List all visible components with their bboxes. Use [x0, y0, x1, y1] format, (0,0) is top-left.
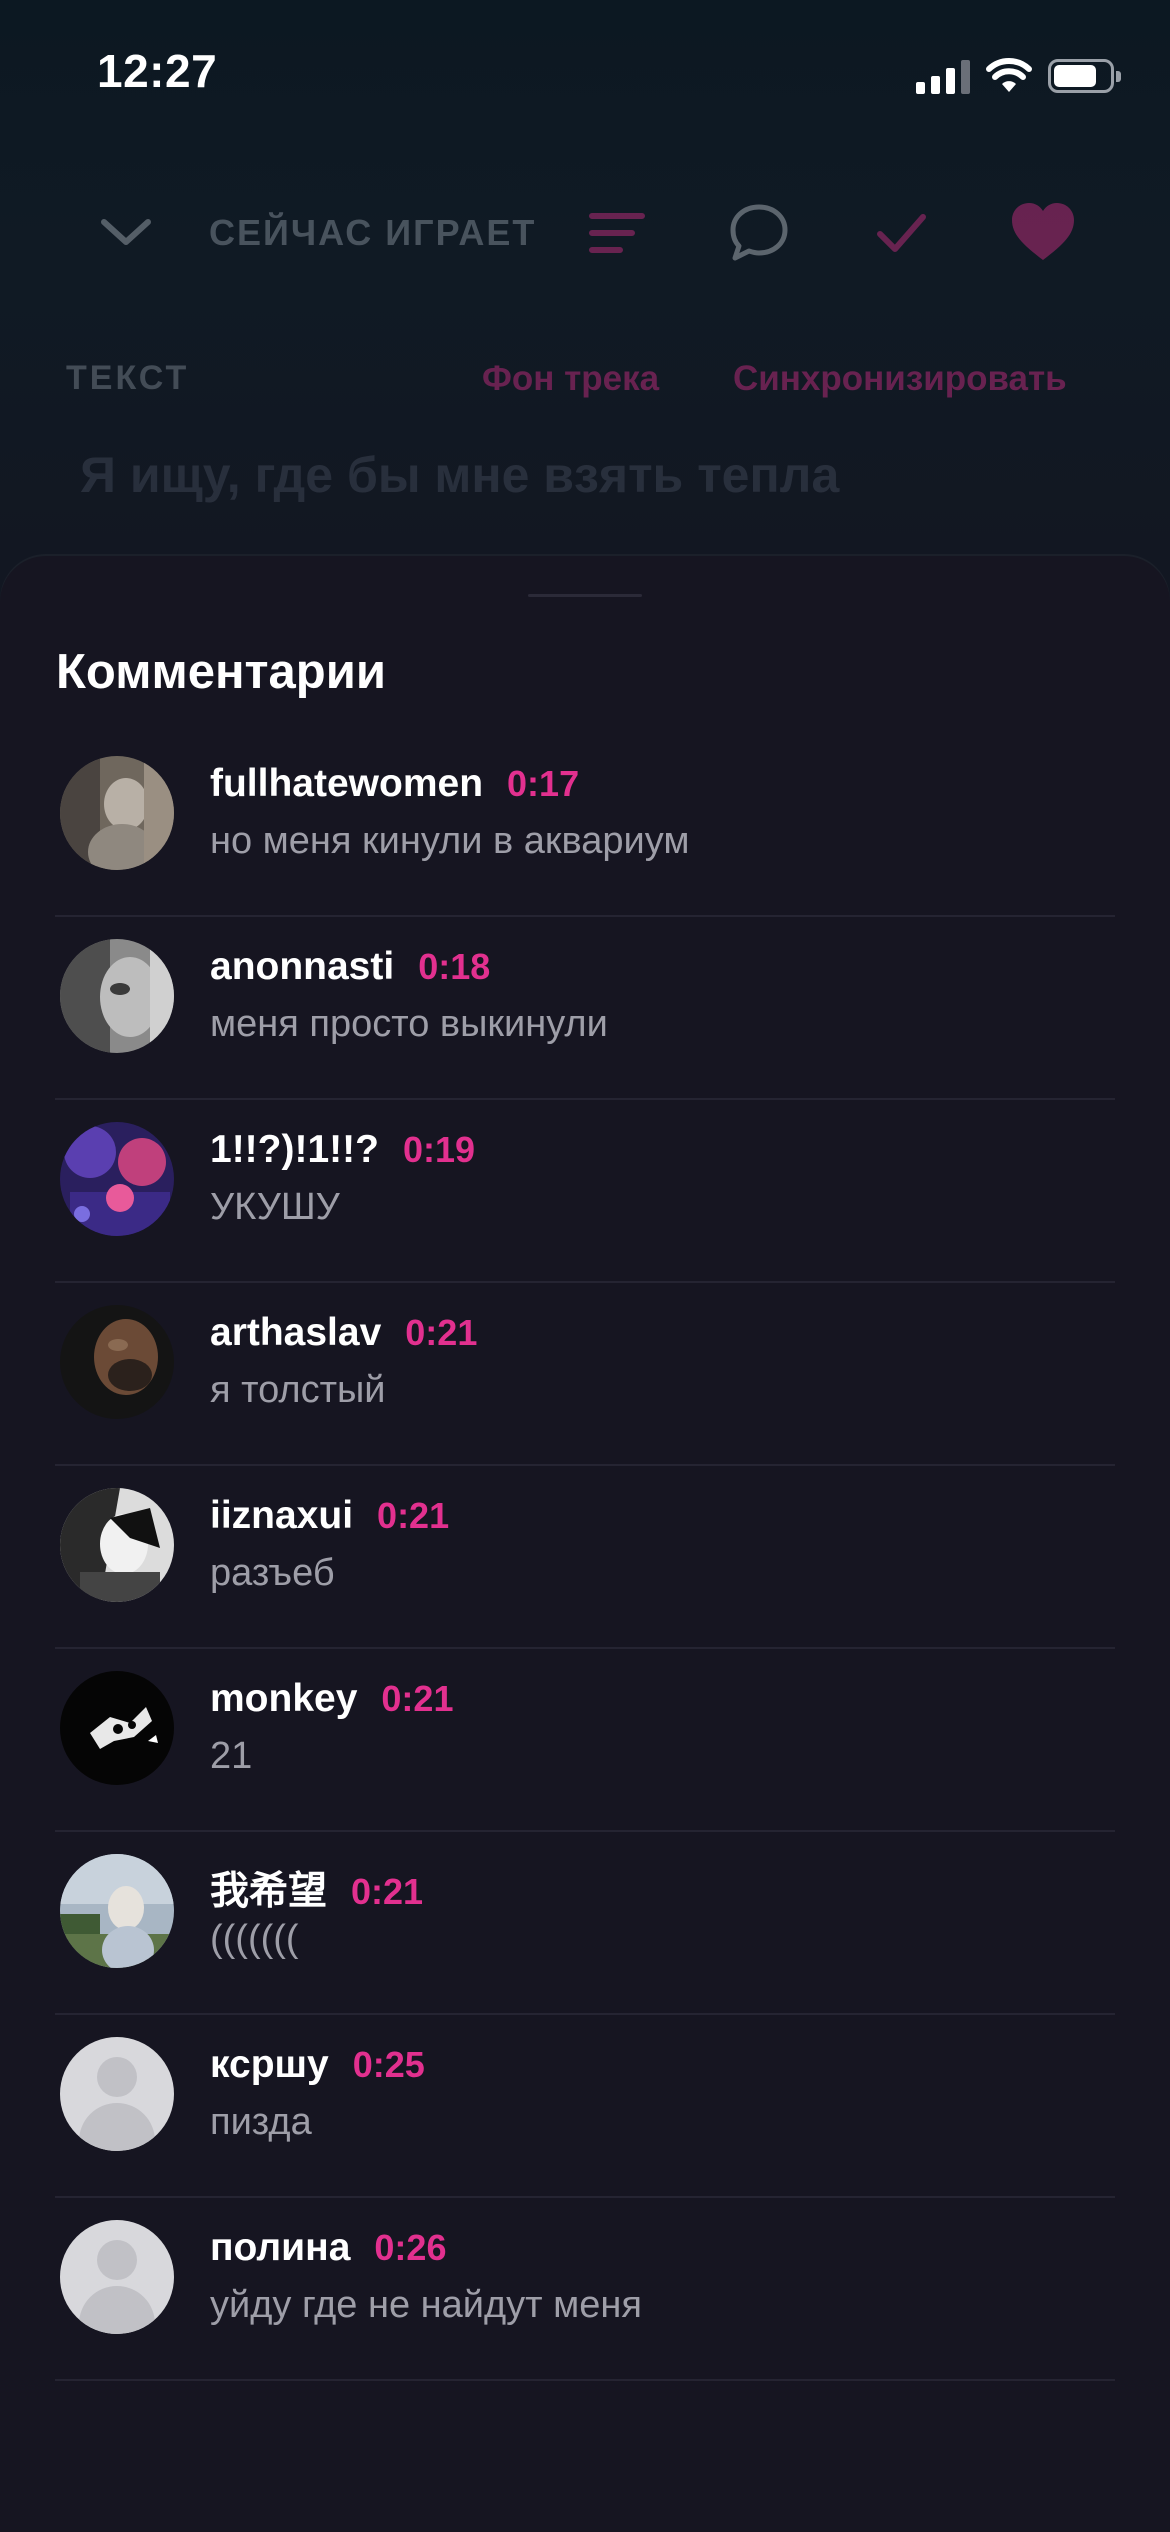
- comment-text: УКУШУ: [210, 1186, 340, 1228]
- avatar[interactable]: [60, 939, 174, 1053]
- lyrics-row: ТЕКСТ Фон трека Синхронизировать: [0, 355, 1170, 405]
- comments-list: fullhatewomen 0:17 но меня кинули в аква…: [0, 734, 1170, 2381]
- avatar[interactable]: [60, 1488, 174, 1602]
- sheet-handle[interactable]: [528, 594, 642, 597]
- comment-header: iiznaxui 0:21: [210, 1494, 449, 1538]
- battery-icon: [1048, 59, 1121, 93]
- comment-item[interactable]: fullhatewomen 0:17 но меня кинули в аква…: [0, 734, 1170, 917]
- comment-text: 21: [210, 1735, 253, 1777]
- comment-header: monkey 0:21: [210, 1677, 453, 1721]
- status-icons: [916, 54, 1121, 98]
- comment-timestamp[interactable]: 0:26: [374, 2227, 446, 2269]
- comment-item[interactable]: 我希望 0:21 (((((((: [0, 1832, 1170, 2015]
- comment-header: полина 0:26: [210, 2226, 446, 2270]
- screen: 12:27 СЕЙЧАС ИГРАЕТ ТЕКСТ Фон трека Синх…: [0, 0, 1170, 2532]
- comment-username[interactable]: ксршу: [210, 2043, 329, 2087]
- heart-icon[interactable]: [1008, 198, 1078, 268]
- lyrics-label: ТЕКСТ: [66, 359, 190, 397]
- check-icon[interactable]: [866, 198, 936, 268]
- comment-username[interactable]: fullhatewomen: [210, 762, 483, 806]
- comment-item[interactable]: полина 0:26 уйду где не найдут меня: [0, 2198, 1170, 2381]
- comment-header: arthaslav 0:21: [210, 1311, 477, 1355]
- comment-timestamp[interactable]: 0:25: [353, 2044, 425, 2086]
- wifi-icon: [986, 58, 1032, 92]
- comment-text: я толстый: [210, 1369, 386, 1411]
- comment-username[interactable]: полина: [210, 2226, 350, 2270]
- lyrics-line: Я ищу, где бы мне взять тепла: [80, 447, 840, 503]
- avatar[interactable]: [60, 756, 174, 870]
- comment-username[interactable]: monkey: [210, 1677, 357, 1721]
- comment-timestamp[interactable]: 0:19: [403, 1129, 475, 1171]
- avatar[interactable]: [60, 1854, 174, 1968]
- chevron-down-icon[interactable]: [96, 210, 156, 254]
- comment-text: уйду где не найдут меня: [210, 2284, 642, 2326]
- lyrics-menu-icon[interactable]: [582, 198, 652, 268]
- comment-text: разъеб: [210, 1552, 335, 1594]
- comment-header: 我希望 0:21: [210, 1860, 423, 1916]
- comment-item[interactable]: iiznaxui 0:21 разъеб: [0, 1466, 1170, 1649]
- cellular-signal-icon: [916, 58, 970, 94]
- comment-text: (((((((: [210, 1918, 299, 1960]
- status-bar: 12:27: [0, 0, 1170, 150]
- comment-username[interactable]: 1!!?)!1!!?: [210, 1128, 379, 1172]
- comment-username[interactable]: 我希望: [210, 1860, 327, 1916]
- comment-timestamp[interactable]: 0:21: [381, 1678, 453, 1720]
- avatar[interactable]: [60, 1122, 174, 1236]
- sync-link[interactable]: Синхронизировать: [733, 359, 1067, 399]
- now-playing-label: СЕЙЧАС ИГРАЕТ: [209, 212, 537, 253]
- comment-timestamp[interactable]: 0:21: [377, 1495, 449, 1537]
- comment-item[interactable]: monkey 0:21 21: [0, 1649, 1170, 1832]
- default-avatar[interactable]: [60, 2037, 174, 2151]
- avatar[interactable]: [60, 1671, 174, 1785]
- comment-item[interactable]: ксршу 0:25 пизда: [0, 2015, 1170, 2198]
- comment-text: пизда: [210, 2101, 312, 2143]
- comment-item[interactable]: arthaslav 0:21 я толстый: [0, 1283, 1170, 1466]
- comment-timestamp[interactable]: 0:17: [507, 763, 579, 805]
- comments-title: Комментарии: [56, 645, 386, 699]
- comment-username[interactable]: anonnasti: [210, 945, 394, 989]
- comment-item[interactable]: 1!!?)!1!!? 0:19 УКУШУ: [0, 1100, 1170, 1283]
- comment-username[interactable]: arthaslav: [210, 1311, 381, 1355]
- comment-timestamp[interactable]: 0:18: [418, 946, 490, 988]
- comment-header: anonnasti 0:18: [210, 945, 490, 989]
- comment-header: ксршу 0:25: [210, 2043, 425, 2087]
- track-background-link[interactable]: Фон трека: [482, 359, 659, 399]
- comment-timestamp[interactable]: 0:21: [405, 1312, 477, 1354]
- comment-text: меня просто выкинули: [210, 1003, 608, 1045]
- comment-item[interactable]: anonnasti 0:18 меня просто выкинули: [0, 917, 1170, 1100]
- comments-icon[interactable]: [724, 198, 794, 268]
- comment-text: но меня кинули в аквариум: [210, 820, 690, 862]
- status-time: 12:27: [97, 45, 218, 97]
- comment-timestamp[interactable]: 0:21: [351, 1871, 423, 1913]
- avatar[interactable]: [60, 1305, 174, 1419]
- default-avatar[interactable]: [60, 2220, 174, 2334]
- comments-sheet: Комментарии fullhatewomen 0:17 но меня к…: [0, 556, 1170, 2532]
- comment-header: 1!!?)!1!!? 0:19: [210, 1128, 475, 1172]
- player-header: СЕЙЧАС ИГРАЕТ: [0, 190, 1170, 274]
- comment-header: fullhatewomen 0:17: [210, 762, 579, 806]
- comment-username[interactable]: iiznaxui: [210, 1494, 353, 1538]
